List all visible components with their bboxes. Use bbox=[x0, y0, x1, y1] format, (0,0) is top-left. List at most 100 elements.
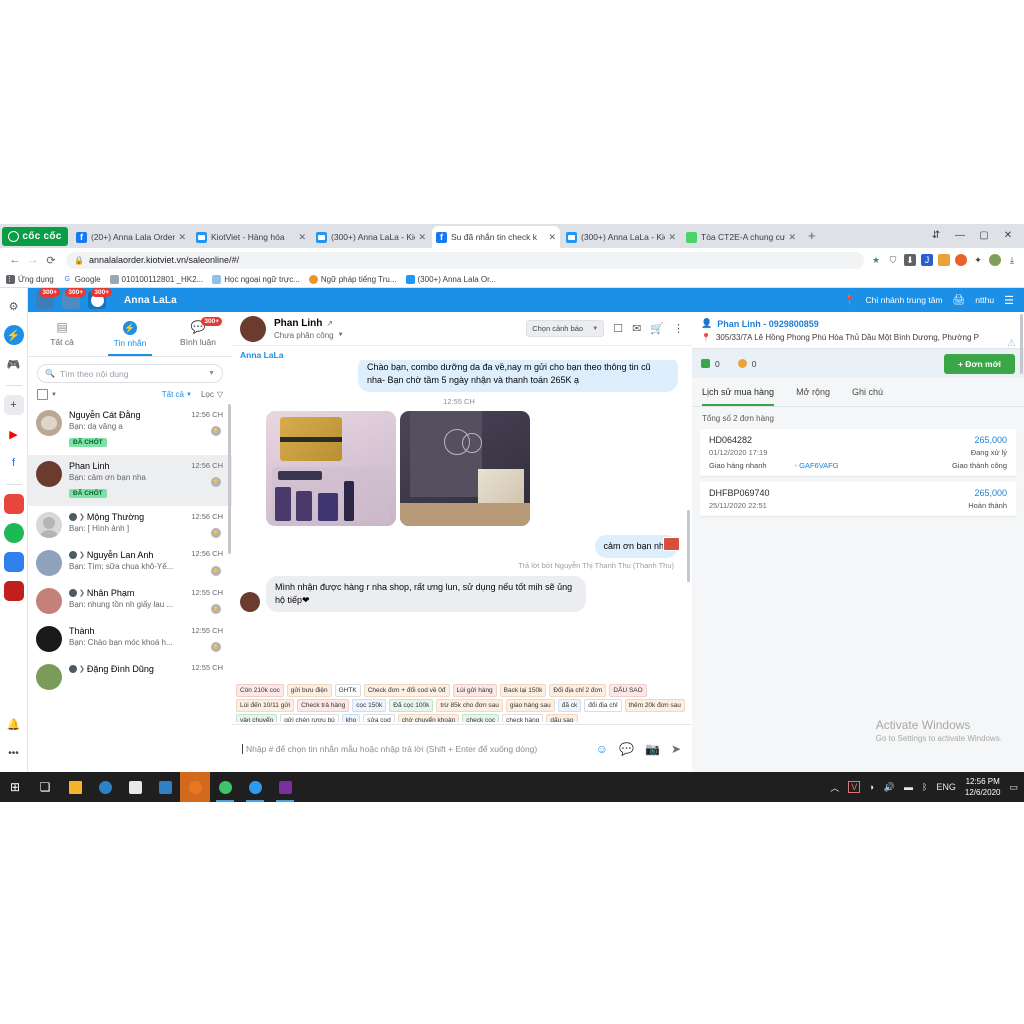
puzzle-icon[interactable]: ✦ bbox=[972, 254, 984, 266]
extension-j-icon[interactable]: J bbox=[921, 254, 933, 266]
list-item[interactable]: Nguyễn Cát Đằng Bạn: dạ vâng a ĐÃ CHỐT 1… bbox=[28, 404, 232, 455]
bookmark-item[interactable]: G Google bbox=[62, 275, 101, 284]
gear-icon[interactable]: ⚙ bbox=[4, 296, 24, 316]
store-icon[interactable] bbox=[120, 772, 150, 802]
quick-tag[interactable]: check coc bbox=[462, 714, 500, 722]
close-icon[interactable]: ✕ bbox=[298, 232, 306, 243]
hamburger-icon[interactable]: ☰ bbox=[1004, 294, 1014, 307]
address-bar[interactable]: 🔒 annalalaorder.kiotviet.vn/saleonline/#… bbox=[66, 251, 864, 269]
quick-reply-icon[interactable]: 💬 bbox=[619, 742, 634, 756]
volume-icon[interactable]: 🔊 bbox=[884, 782, 895, 793]
mail-icon[interactable] bbox=[150, 772, 180, 802]
start-icon[interactable]: ⊞ bbox=[0, 772, 30, 802]
quick-tag[interactable]: vận chuyển bbox=[236, 714, 278, 722]
chevron-down-icon[interactable]: ▼ bbox=[51, 392, 57, 398]
bookmark-item[interactable]: 010100112801 _HK2... bbox=[109, 275, 203, 284]
download-icon[interactable]: ⬇ bbox=[904, 254, 916, 266]
chevron-down-icon[interactable]: ▼ bbox=[186, 392, 192, 398]
chevron-up-icon[interactable]: ︿ bbox=[830, 781, 839, 794]
tab-purchase-history[interactable]: Lịch sử mua hàng bbox=[702, 378, 775, 406]
chevron-down-icon[interactable]: ▼ bbox=[208, 370, 215, 377]
quick-tag[interactable]: thêm 20k đơn sau bbox=[624, 699, 685, 712]
bluetooth-icon[interactable]: ᛒ bbox=[922, 782, 927, 792]
tab-binh-luan[interactable]: 💬 Bình luận 300+ bbox=[164, 312, 232, 356]
quick-tag[interactable]: GHTK bbox=[334, 684, 361, 697]
quick-tag[interactable]: Đổi địa chỉ 2 đơn bbox=[549, 684, 607, 697]
send-icon[interactable]: ➤ bbox=[671, 742, 681, 756]
list-item[interactable]: ❯ Đặng Đình Dũng 12:55 CH bbox=[28, 658, 232, 696]
tab-tin-nhan[interactable]: ⚡ Tin nhắn bbox=[96, 312, 164, 356]
clock[interactable]: 12:56 PM 12/6/2020 bbox=[965, 776, 1001, 798]
quick-tag[interactable]: Lùi gửi hàng bbox=[452, 684, 497, 697]
shopee-icon[interactable] bbox=[3, 581, 24, 601]
camera-icon[interactable]: 📷 bbox=[645, 742, 660, 756]
warning-select[interactable]: Chọn cảnh báo ▼ bbox=[526, 320, 605, 337]
close-icon[interactable]: ✕ bbox=[178, 232, 186, 243]
tab-extended[interactable]: Mở rộng bbox=[796, 378, 830, 406]
quick-tag[interactable]: Check trả hàng bbox=[297, 699, 350, 712]
forward-icon[interactable]: → bbox=[24, 254, 42, 266]
download-arrow-icon[interactable]: ⤓ bbox=[1006, 254, 1018, 266]
bookmark-item[interactable]: ⋮⋮ Ứng dụng bbox=[6, 275, 54, 284]
file-explorer-icon[interactable] bbox=[60, 772, 90, 802]
quick-tag[interactable]: Còn 210k coc bbox=[236, 684, 284, 697]
browser-tab-0[interactable]: f (20+) Anna Lala Order ✕ bbox=[72, 226, 190, 248]
filter-funnel-icon[interactable]: ▽ bbox=[217, 390, 223, 399]
filter-all-label[interactable]: Tất cả bbox=[162, 390, 184, 399]
list-item[interactable]: ❯ Mộng Thường Bạn: [ Hình ảnh ] 12:56 CH… bbox=[28, 506, 232, 544]
order-card[interactable]: HD064282 265,000 01/12/2020 17:19 Đang x… bbox=[700, 429, 1016, 476]
browser-tab-1[interactable]: KiotViet - Hàng hóa ✕ bbox=[192, 226, 310, 248]
quick-tag[interactable]: gửi bưu điện bbox=[286, 684, 332, 697]
list-item[interactable]: Thành Bạn: Chào bạn móc khoá h... 12:55 … bbox=[28, 620, 232, 658]
quick-tag[interactable]: dấu sao bbox=[546, 714, 578, 722]
back-icon[interactable]: ← bbox=[6, 254, 24, 266]
sidebar-scrollbar[interactable] bbox=[228, 404, 231, 554]
browser-tab-5[interactable]: Tòa CT2E-A chung cư V ✕ bbox=[682, 226, 800, 248]
tab-notes[interactable]: Ghi chú bbox=[852, 378, 883, 406]
chevron-down-icon[interactable]: ▼ bbox=[338, 332, 344, 338]
order-card[interactable]: DHFBP069740 265,000 25/11/2020 22:51 Hoà… bbox=[700, 482, 1016, 516]
minimize-button[interactable]: — bbox=[948, 227, 972, 245]
filter-label[interactable]: Lọc bbox=[201, 390, 214, 399]
profile-avatar[interactable] bbox=[989, 254, 1001, 266]
mail-icon[interactable]: ✉ bbox=[632, 322, 641, 335]
close-window-button[interactable]: ✕ bbox=[996, 227, 1020, 245]
more-vertical-icon[interactable]: ⋮ bbox=[673, 322, 684, 335]
close-icon[interactable]: ✕ bbox=[788, 232, 796, 243]
list-item[interactable]: ❯ Nhân Phạm Bạn: nhung tồn nh giấy lau .… bbox=[28, 582, 232, 620]
bell-icon[interactable]: 🔔 bbox=[4, 714, 24, 734]
onenote-icon[interactable] bbox=[270, 772, 300, 802]
close-icon[interactable]: ✕ bbox=[548, 232, 556, 243]
list-item-selected[interactable]: Phan Linh Bạn: cảm ơn bạn nha ĐÃ CHỐT 12… bbox=[28, 455, 232, 506]
browser-tab-3-active[interactable]: f Su đã nhắn tin check k ✕ bbox=[432, 226, 560, 248]
shield-icon[interactable]: ⛉ bbox=[887, 254, 899, 266]
quick-tag[interactable]: Back lại 150k bbox=[499, 684, 547, 697]
bookmark-item[interactable]: Học ngoại ngữ trực... bbox=[212, 275, 300, 284]
maximize-button[interactable]: ▢ bbox=[972, 227, 996, 245]
quick-tag[interactable]: gửi chén rượu bù bbox=[280, 714, 339, 722]
notification-icon[interactable]: ▭ bbox=[1009, 782, 1018, 793]
messenger-icon[interactable]: ⚡ bbox=[3, 325, 24, 345]
message-scrollbar[interactable] bbox=[687, 510, 690, 582]
order-tracking-code[interactable]: - GAF6VAFG bbox=[795, 461, 839, 470]
wifi-icon[interactable]: ◗ bbox=[869, 782, 874, 792]
crm-scrollbar[interactable] bbox=[1020, 314, 1023, 374]
open-external-icon[interactable]: ↗ bbox=[326, 319, 333, 328]
emoji-icon[interactable]: ☺ bbox=[596, 742, 608, 756]
quick-tag[interactable]: sửa cod bbox=[363, 714, 395, 722]
user-label[interactable]: ntthu bbox=[975, 295, 994, 305]
facebook-icon[interactable]: f bbox=[4, 453, 24, 473]
quick-tag[interactable]: chờ chuyển khoản bbox=[397, 714, 460, 722]
message-image-2[interactable] bbox=[400, 411, 530, 526]
new-order-button[interactable]: + Đơn mới bbox=[943, 353, 1015, 374]
app-green-icon[interactable] bbox=[210, 772, 240, 802]
quick-tag[interactable]: kho bbox=[341, 714, 361, 722]
quick-tag[interactable]: check hàng bbox=[502, 714, 544, 722]
quick-tag[interactable]: Lùi đến 10/11 gửi bbox=[236, 699, 295, 712]
red-app-icon[interactable] bbox=[3, 494, 24, 514]
star-icon[interactable]: ★ bbox=[870, 254, 882, 266]
close-icon[interactable]: ✕ bbox=[418, 232, 426, 243]
list-item[interactable]: ❯ Nguyễn Lan Anh Bạn: Tím: sữa chua khô-… bbox=[28, 544, 232, 582]
page-switcher-3-selected[interactable]: 300+ bbox=[88, 288, 112, 309]
conversation-list[interactable]: Nguyễn Cát Đằng Bạn: dạ vâng a ĐÃ CHỐT 1… bbox=[28, 404, 232, 764]
